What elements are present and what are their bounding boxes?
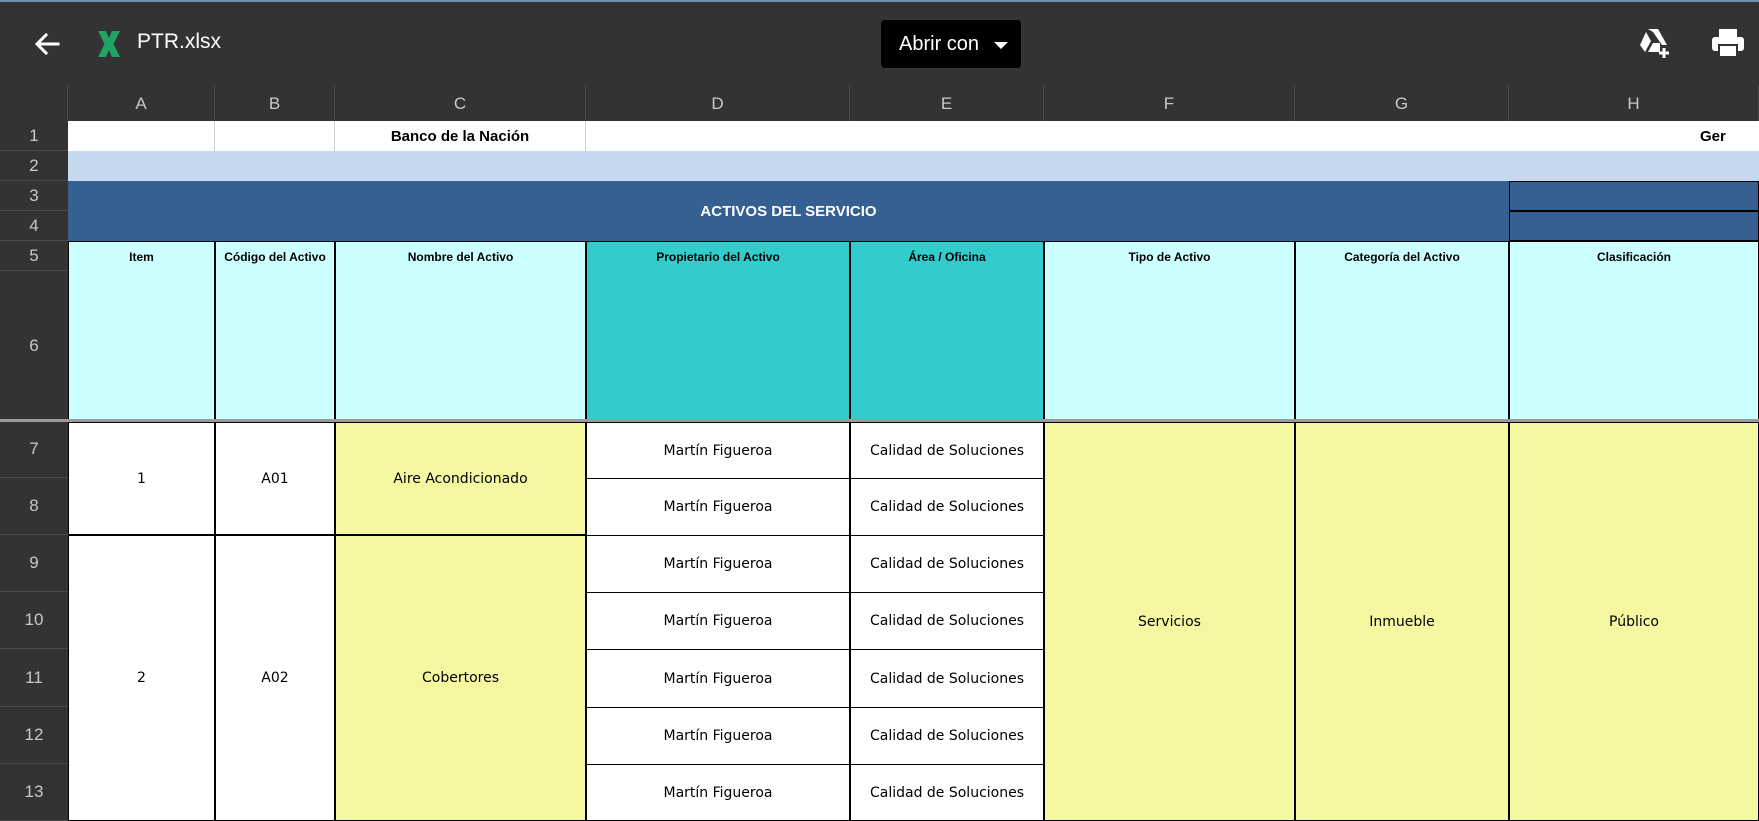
- area-row-7[interactable]: Calidad de Soluciones: [850, 422, 1044, 479]
- column-header-e[interactable]: E: [850, 86, 1044, 121]
- header-area[interactable]: Área / Oficina: [850, 241, 1044, 421]
- owner-row-11[interactable]: Martín Figueroa: [586, 649, 850, 708]
- row-header-13[interactable]: 13: [0, 764, 68, 821]
- file-name: PTR.xlsx: [137, 30, 221, 53]
- owner-row-9[interactable]: Martín Figueroa: [586, 535, 850, 593]
- owner-row-7[interactable]: Martín Figueroa: [586, 422, 850, 479]
- row-header-2[interactable]: 2: [0, 151, 68, 181]
- column-header-h[interactable]: H: [1509, 86, 1759, 121]
- column-header-a[interactable]: A: [68, 86, 215, 121]
- header-code[interactable]: Código del Activo: [215, 241, 335, 421]
- column-header-d[interactable]: D: [586, 86, 850, 121]
- bank-title-cell[interactable]: Banco de la Nación: [335, 121, 586, 151]
- column-header-g[interactable]: G: [1295, 86, 1509, 121]
- header-classification[interactable]: Clasificación: [1509, 241, 1759, 421]
- print-icon[interactable]: [1710, 26, 1746, 60]
- asset-1-name[interactable]: Aire Acondicionado: [335, 422, 586, 535]
- header-type[interactable]: Tipo de Activo: [1044, 241, 1295, 421]
- cell-a1[interactable]: [68, 121, 215, 151]
- column-header-c[interactable]: C: [335, 86, 586, 121]
- area-row-10[interactable]: Calidad de Soluciones: [850, 592, 1044, 650]
- cell-h4[interactable]: [1509, 211, 1759, 241]
- excel-icon: [94, 27, 124, 61]
- type-value[interactable]: Servicios: [1044, 422, 1295, 821]
- light-blue-band[interactable]: [68, 151, 1759, 181]
- asset-2-name[interactable]: Cobertores: [335, 535, 586, 821]
- row-header-7[interactable]: 7: [0, 421, 68, 478]
- section-header-activos[interactable]: ACTIVOS DEL SERVICIO: [68, 181, 1509, 241]
- corner-select-all[interactable]: [0, 86, 68, 121]
- title-right-partial[interactable]: Ger: [1700, 121, 1759, 151]
- row-header-5[interactable]: 5: [0, 241, 68, 271]
- owner-row-8[interactable]: Martín Figueroa: [586, 478, 850, 536]
- spreadsheet-view: A B C D E F G H 1 2 3 4 5 6 7 8 9 10 11 …: [0, 86, 1759, 821]
- open-with-button[interactable]: Abrir con: [881, 20, 1021, 68]
- row-header-9[interactable]: 9: [0, 535, 68, 592]
- caret-down-icon: [994, 42, 1008, 49]
- row-header-10[interactable]: 10: [0, 592, 68, 649]
- viewer-toolbar: PTR.xlsx Abrir con: [0, 0, 1759, 86]
- area-row-11[interactable]: Calidad de Soluciones: [850, 649, 1044, 708]
- cell-h3[interactable]: [1509, 181, 1759, 211]
- column-header-b[interactable]: B: [215, 86, 335, 121]
- arrow-left-icon[interactable]: [30, 27, 64, 61]
- header-owner[interactable]: Propietario del Activo: [586, 241, 850, 421]
- owner-row-10[interactable]: Martín Figueroa: [586, 592, 850, 650]
- area-row-13[interactable]: Calidad de Soluciones: [850, 764, 1044, 821]
- classification-value[interactable]: Público: [1509, 422, 1759, 821]
- category-value[interactable]: Inmueble: [1295, 422, 1509, 821]
- row-header-11[interactable]: 11: [0, 649, 68, 707]
- row-header-12[interactable]: 12: [0, 707, 68, 764]
- area-row-9[interactable]: Calidad de Soluciones: [850, 535, 1044, 593]
- row-header-6[interactable]: 6: [0, 271, 68, 421]
- open-with-label: Abrir con: [899, 33, 980, 55]
- header-category[interactable]: Categoría del Activo: [1295, 241, 1509, 421]
- header-name[interactable]: Nombre del Activo: [335, 241, 586, 421]
- row-header-8[interactable]: 8: [0, 478, 68, 535]
- area-row-8[interactable]: Calidad de Soluciones: [850, 478, 1044, 536]
- asset-1-item[interactable]: 1: [68, 422, 215, 535]
- owner-row-12[interactable]: Martín Figueroa: [586, 707, 850, 765]
- header-item[interactable]: Item: [68, 241, 215, 421]
- owner-row-13[interactable]: Martín Figueroa: [586, 764, 850, 821]
- drive-add-icon[interactable]: [1637, 26, 1675, 60]
- asset-1-code[interactable]: A01: [215, 422, 335, 535]
- row-header-4[interactable]: 4: [0, 211, 68, 241]
- asset-2-code[interactable]: A02: [215, 535, 335, 821]
- row-header-3[interactable]: 3: [0, 181, 68, 211]
- row-header-1[interactable]: 1: [0, 121, 68, 151]
- cell-b1[interactable]: [215, 121, 335, 151]
- top-accent-line: [0, 0, 1759, 2]
- column-header-f[interactable]: F: [1044, 86, 1295, 121]
- asset-2-item[interactable]: 2: [68, 535, 215, 821]
- area-row-12[interactable]: Calidad de Soluciones: [850, 707, 1044, 765]
